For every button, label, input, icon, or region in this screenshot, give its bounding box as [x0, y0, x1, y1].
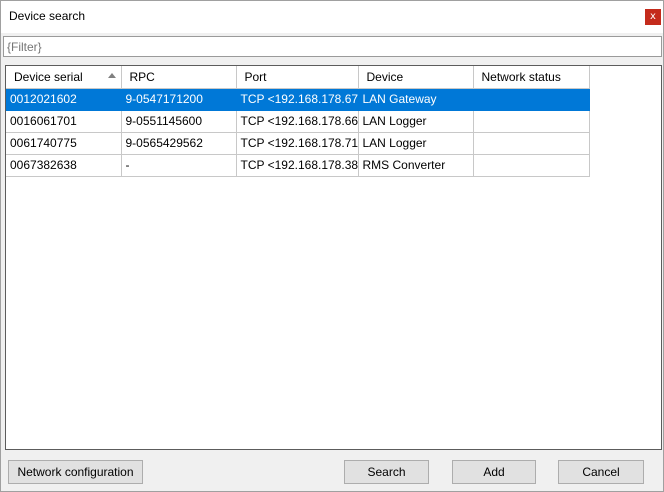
- cell-network-status: [472, 153, 590, 177]
- table-row[interactable]: 0061740775 9-0565429562 TCP <192.168.178…: [6, 131, 590, 155]
- cell-rpc: 9-0551145600: [120, 109, 237, 133]
- filter-input[interactable]: [3, 36, 662, 57]
- cell-serial: 0061740775: [6, 131, 122, 155]
- device-search-window: Device search x Device serial RPC Port: [0, 0, 664, 492]
- cell-network-status: [472, 131, 590, 155]
- table-row[interactable]: 0012021602 9-0547171200 TCP <192.168.178…: [6, 87, 590, 111]
- title-bar: Device search x: [1, 1, 663, 33]
- sort-ascending-icon: [108, 73, 116, 78]
- column-header-rpc[interactable]: RPC: [120, 66, 237, 89]
- network-configuration-button[interactable]: Network configuration: [8, 460, 143, 484]
- cell-rpc: 9-0565429562: [120, 131, 237, 155]
- column-header-device-serial[interactable]: Device serial: [6, 66, 122, 89]
- cell-serial: 0016061701: [6, 109, 122, 133]
- device-table[interactable]: Device serial RPC Port Device Network st…: [5, 65, 662, 450]
- cell-device: LAN Logger: [357, 131, 474, 155]
- cell-rpc: 9-0547171200: [120, 87, 237, 111]
- table-row[interactable]: 0067382638 - TCP <192.168.178.38> RMS Co…: [6, 153, 590, 177]
- cell-port: TCP <192.168.178.71>: [235, 131, 359, 155]
- cell-port: TCP <192.168.178.38>: [235, 153, 359, 177]
- cell-device: LAN Logger: [357, 109, 474, 133]
- cell-serial: 0067382638: [6, 153, 122, 177]
- add-button[interactable]: Add: [452, 460, 536, 484]
- cancel-button[interactable]: Cancel: [558, 460, 644, 484]
- column-header-network-status[interactable]: Network status: [472, 66, 590, 89]
- cell-device: LAN Gateway: [357, 87, 474, 111]
- cell-device: RMS Converter: [357, 153, 474, 177]
- cell-network-status: [472, 87, 590, 111]
- cell-port: TCP <192.168.178.66>: [235, 109, 359, 133]
- search-button[interactable]: Search: [344, 460, 429, 484]
- column-header-device[interactable]: Device: [357, 66, 474, 89]
- table-header-row: Device serial RPC Port Device Network st…: [6, 66, 590, 89]
- close-icon[interactable]: x: [645, 9, 661, 25]
- window-title: Device search: [9, 9, 86, 23]
- cell-port: TCP <192.168.178.67>: [235, 87, 359, 111]
- column-header-port[interactable]: Port: [235, 66, 359, 89]
- cell-rpc: -: [120, 153, 237, 177]
- cell-serial: 0012021602: [6, 87, 122, 111]
- cell-network-status: [472, 109, 590, 133]
- table-row[interactable]: 0016061701 9-0551145600 TCP <192.168.178…: [6, 109, 590, 133]
